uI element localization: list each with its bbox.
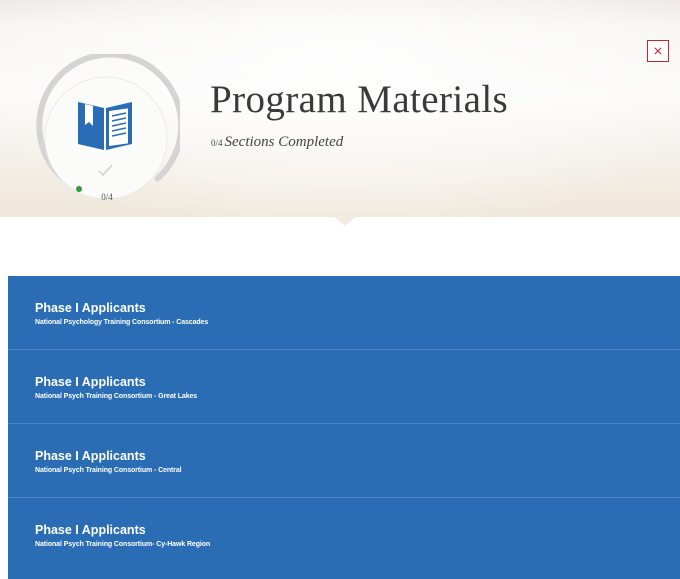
list-item[interactable]: Phase I Applicants National Psych Traini… [8, 498, 680, 572]
sections-list: Phase I Applicants National Psychology T… [8, 276, 680, 579]
section-title: Phase I Applicants [35, 375, 146, 389]
banner-pointer [333, 216, 357, 226]
section-subtitle: National Psychology Training Consortium … [35, 319, 209, 326]
section-title: Phase I Applicants [35, 301, 146, 315]
section-title: Phase I Applicants [35, 449, 146, 463]
section-subtitle: National Psych Training Consortium - Gre… [35, 393, 198, 400]
list-item[interactable]: Phase I Applicants National Psychology T… [8, 276, 680, 350]
section-title: Phase I Applicants [35, 523, 146, 537]
list-item[interactable]: Phase I Applicants National Psych Traini… [8, 424, 680, 498]
section-subtitle: National Psych Training Consortium- Cy-H… [35, 541, 211, 548]
progress-count: 0/4 [211, 138, 223, 148]
progress-ring [36, 54, 180, 200]
progress-dot [76, 186, 82, 192]
close-button[interactable] [647, 40, 669, 62]
page-title: Program Materials [210, 78, 509, 121]
close-icon [654, 47, 662, 55]
progress-text: Sections Completed [224, 134, 344, 150]
section-subtitle: National Psych Training Consortium - Cen… [35, 467, 182, 474]
progress-subtitle: 0/4 Sections Completed [211, 134, 343, 151]
list-item[interactable]: Phase I Applicants National Psych Traini… [8, 350, 680, 424]
progress-ring-label: 0/4 [101, 192, 113, 202]
